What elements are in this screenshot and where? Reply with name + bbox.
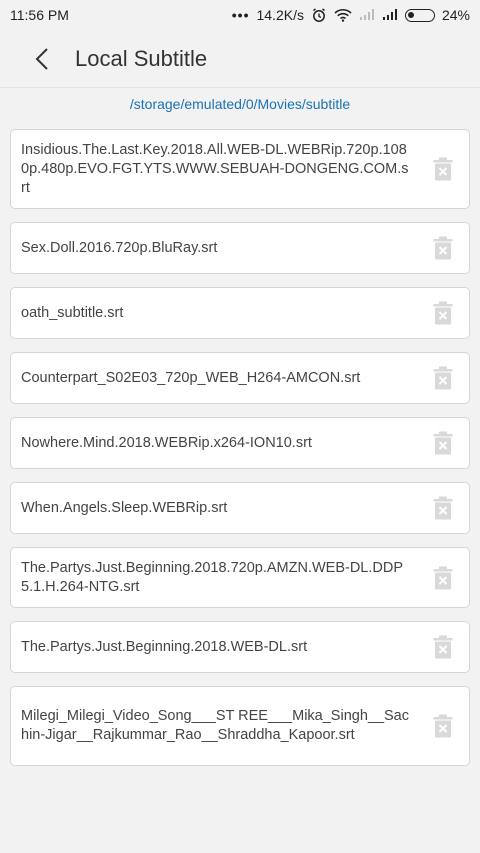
subtitle-file-item[interactable]: Counterpart_S02E03_720p_WEB_H264-AMCON.s… [10,352,470,404]
subtitle-file-name: The.Partys.Just.Beginning.2018.720p.AMZN… [21,559,403,595]
trash-icon [433,236,453,260]
delete-button[interactable] [429,154,457,184]
subtitle-file-item[interactable]: The.Partys.Just.Beginning.2018.WEB-DL.sr… [10,621,470,673]
delete-button[interactable] [429,632,457,662]
status-time: 11:56 PM [10,7,69,23]
app-header: Local Subtitle [0,30,480,87]
wifi-icon [334,8,352,22]
trash-icon [433,301,453,325]
delete-button[interactable] [429,428,457,458]
subtitle-file-item[interactable]: The.Partys.Just.Beginning.2018.720p.AMZN… [10,547,470,608]
battery-percent: 24% [441,7,470,23]
subtitle-file-name: When.Angels.Sleep.WEBRip.srt [21,499,228,516]
delete-button[interactable] [429,298,457,328]
delete-button[interactable] [429,363,457,393]
subtitle-file-item[interactable]: Sex.Doll.2016.720p.BluRay.srt [10,222,470,274]
trash-icon [433,366,453,390]
page-title: Local Subtitle [75,45,208,71]
delete-button[interactable] [429,563,457,593]
subtitle-file-item[interactable]: Nowhere.Mind.2018.WEBRip.x264-ION10.srt [10,417,470,469]
subtitle-file-list: Insidious.The.Last.Key.2018.All.WEB-DL.W… [10,129,470,779]
subtitle-file-item[interactable]: When.Angels.Sleep.WEBRip.srt [10,482,470,534]
delete-button[interactable] [429,711,457,741]
signal-icon-inactive [359,9,375,21]
trash-icon [433,157,453,181]
subtitle-file-name: Milegi_Milegi_Video_Song___ST REE___Mika… [21,708,409,743]
directory-path: /storage/emulated/0/Movies/subtitle [129,96,351,112]
trash-icon [433,635,453,659]
status-bar: 11:56 PM ••• 14.2K/s 24% [0,0,480,30]
trash-icon [433,431,453,455]
network-speed: 14.2K/s [256,7,304,23]
subtitle-file-name: The.Partys.Just.Beginning.2018.WEB-DL.sr… [21,638,308,655]
subtitle-file-name: Sex.Doll.2016.720p.BluRay.srt [21,239,218,256]
delete-button[interactable] [429,493,457,523]
header-divider [0,87,480,88]
subtitle-file-name: Insidious.The.Last.Key.2018.All.WEB-DL.W… [21,141,409,196]
subtitle-file-name: Nowhere.Mind.2018.WEBRip.x264-ION10.srt [21,434,312,451]
more-notifications-icon: ••• [231,7,250,23]
trash-icon [433,566,453,589]
subtitle-file-item[interactable]: oath_subtitle.srt [10,287,470,339]
alarm-icon [311,7,327,23]
back-button[interactable] [24,39,60,79]
signal-icon [382,9,398,21]
delete-button[interactable] [429,233,457,263]
subtitle-file-name: oath_subtitle.srt [21,304,124,321]
subtitle-file-item[interactable]: Milegi_Milegi_Video_Song___ST REE___Mika… [10,686,470,766]
subtitle-file-item[interactable]: Insidious.The.Last.Key.2018.All.WEB-DL.W… [10,129,470,209]
trash-icon [433,496,453,520]
trash-icon [433,714,453,738]
subtitle-file-name: Counterpart_S02E03_720p_WEB_H264-AMCON.s… [21,369,361,386]
battery-icon [404,8,435,22]
chevron-left-icon [35,47,48,70]
